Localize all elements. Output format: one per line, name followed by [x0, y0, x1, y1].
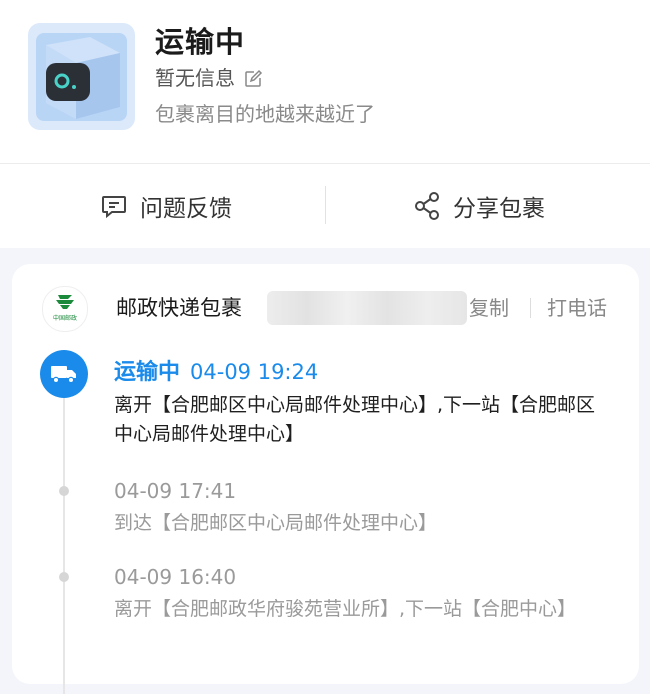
status-title: 运输中: [155, 25, 246, 59]
action-divider: [325, 186, 326, 224]
event-time: 04-09 17:41: [114, 479, 237, 503]
divider: [530, 298, 531, 318]
timeline-line: [63, 374, 65, 694]
event-status: 运输中: [114, 360, 181, 385]
china-post-logo: 中国邮政: [42, 286, 88, 332]
package-summary-card: 运输中 暂无信息 包裹离目的地越来越近了 问题反馈 分享包裹: [0, 0, 650, 248]
event-description: 离开【合肥邮区中心局邮件处理中心】,下一站【合肥邮区中心局邮件处理中心】: [114, 394, 596, 445]
feedback-button[interactable]: 问题反馈: [100, 184, 232, 228]
tracking-card: 中国邮政 邮政快递包裹 复制 打电话 运输中 04-09 19:24 离开【合肥邮…: [12, 264, 639, 694]
timeline-event: 04-09 16:40 离开【合肥邮政华府骏苑营业所】,下一站【合肥中心】: [114, 563, 614, 624]
timeline-event: 04-09 17:41 到达【合肥邮区中心局邮件处理中心】: [114, 477, 614, 538]
sub-status[interactable]: 暂无信息: [155, 64, 263, 92]
sub-status-text: 暂无信息: [155, 66, 235, 90]
copy-button[interactable]: 复制: [469, 294, 509, 322]
share-button[interactable]: 分享包裹: [413, 184, 545, 228]
truck-icon: [40, 350, 88, 398]
event-time: 04-09 19:24: [190, 360, 319, 384]
event-description: 到达【合肥邮区中心局邮件处理中心】: [114, 512, 438, 534]
call-button[interactable]: 打电话: [547, 294, 607, 322]
status-description: 包裹离目的地越来越近了: [155, 102, 375, 126]
divider: [0, 163, 650, 164]
feedback-label: 问题反馈: [140, 196, 232, 222]
timeline-dot: [59, 572, 69, 582]
carrier-name: 邮政快递包裹: [116, 296, 242, 320]
event-description: 离开【合肥邮政华府骏苑营业所】,下一站【合肥中心】: [114, 598, 577, 620]
message-icon: [102, 196, 126, 219]
package-box-icon: [28, 23, 135, 130]
timeline-dot: [59, 486, 69, 496]
logo-text: 中国邮政: [53, 314, 77, 322]
share-label: 分享包裹: [453, 196, 545, 222]
edit-icon[interactable]: [243, 68, 263, 88]
event-time: 04-09 16:40: [114, 565, 237, 589]
timeline-event-current: 运输中 04-09 19:24 离开【合肥邮区中心局邮件处理中心】,下一站【合肥邮…: [114, 358, 614, 449]
share-icon: [415, 192, 439, 220]
tracking-number-masked: [267, 291, 467, 325]
